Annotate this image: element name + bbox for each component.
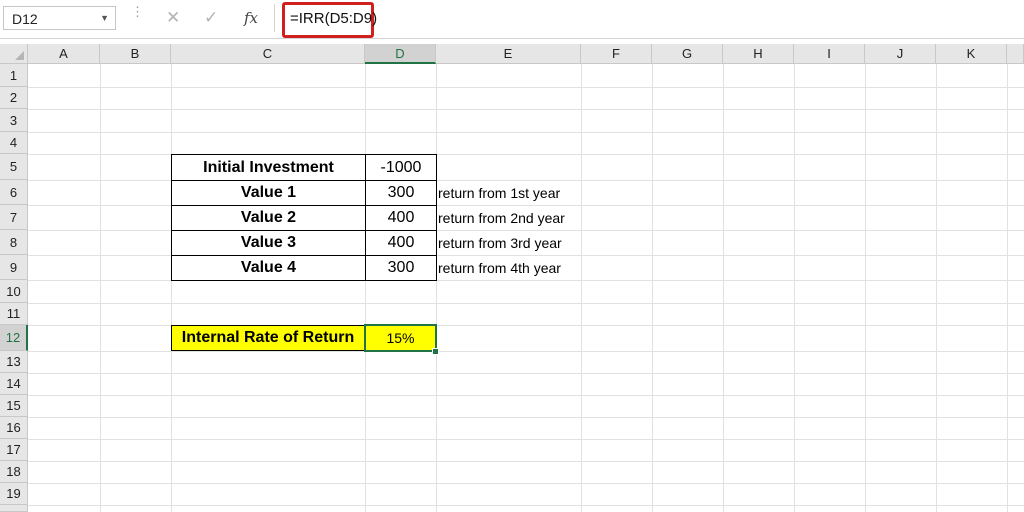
cell-d6[interactable]: 300 xyxy=(365,180,437,206)
cell-d8[interactable]: 400 xyxy=(365,230,437,256)
cell-e6[interactable]: return from 1st year xyxy=(438,180,583,205)
select-all-icon xyxy=(15,51,24,60)
name-box-value: D12 xyxy=(12,11,38,27)
row-header-13[interactable]: 13 xyxy=(0,351,28,373)
column-header-b[interactable]: B xyxy=(100,44,171,64)
gridline xyxy=(28,87,1024,88)
drag-handle-icon[interactable]: ⋮ xyxy=(131,5,144,18)
row-header-16[interactable]: 16 xyxy=(0,417,28,439)
row-header-15[interactable]: 15 xyxy=(0,395,28,417)
gridline xyxy=(28,417,1024,418)
column-header-j[interactable]: J xyxy=(865,44,936,64)
column-header-i[interactable]: I xyxy=(794,44,865,64)
fill-handle[interactable] xyxy=(432,348,439,355)
row-header-2[interactable]: 2 xyxy=(0,87,28,109)
row-header-7[interactable]: 7 xyxy=(0,205,28,230)
row-header-4[interactable]: 4 xyxy=(0,132,28,154)
column-header-e[interactable]: E xyxy=(436,44,581,64)
chevron-down-icon[interactable]: ▼ xyxy=(100,13,109,23)
gridline xyxy=(28,132,1024,133)
column-header-f[interactable]: F xyxy=(581,44,652,64)
cell-e7[interactable]: return from 2nd year xyxy=(438,205,583,230)
cell-e8[interactable]: return from 3rd year xyxy=(438,230,583,255)
gridline xyxy=(28,351,1024,352)
row-header-12[interactable]: 12 xyxy=(0,325,28,351)
gridline xyxy=(28,483,1024,484)
column-header-h[interactable]: H xyxy=(723,44,794,64)
row-header-18[interactable]: 18 xyxy=(0,461,28,483)
gridline xyxy=(28,395,1024,396)
gridline xyxy=(28,109,1024,110)
cell-e9[interactable]: return from 4th year xyxy=(438,255,583,280)
close-icon[interactable]: ✕ xyxy=(166,8,180,28)
name-box[interactable]: D12 ▼ xyxy=(3,6,116,30)
gridline xyxy=(28,461,1024,462)
row-header-5[interactable]: 5 xyxy=(0,154,28,180)
column-header-k[interactable]: K xyxy=(936,44,1007,64)
column-header-d[interactable]: D xyxy=(365,44,436,64)
check-icon[interactable]: ✓ xyxy=(204,8,218,28)
column-header-a[interactable]: A xyxy=(28,44,100,64)
gridline xyxy=(28,505,1024,506)
row-header-8[interactable]: 8 xyxy=(0,230,28,255)
select-all-button[interactable] xyxy=(0,44,28,64)
cell-c12[interactable]: Internal Rate of Return xyxy=(171,325,365,351)
row-header-9[interactable]: 9 xyxy=(0,255,28,280)
cell-d7[interactable]: 400 xyxy=(365,205,437,231)
cell-c5[interactable]: Initial Investment xyxy=(171,154,366,181)
gridline xyxy=(28,303,1024,304)
fx-icon[interactable]: fx xyxy=(244,9,258,27)
row-header-14[interactable]: 14 xyxy=(0,373,28,395)
row-header-6[interactable]: 6 xyxy=(0,180,28,205)
cell-c6[interactable]: Value 1 xyxy=(171,180,366,206)
column-header-g[interactable]: G xyxy=(652,44,723,64)
gridline xyxy=(28,373,1024,374)
cell-c7[interactable]: Value 2 xyxy=(171,205,366,231)
formula-buttons: ✕ ✓ fx xyxy=(150,6,272,30)
formula-bar-divider xyxy=(274,4,275,32)
cell-d5[interactable]: -1000 xyxy=(365,154,437,181)
row-header-1[interactable]: 1 xyxy=(0,64,28,87)
row-header-10[interactable]: 10 xyxy=(0,280,28,303)
cell-d12-selected[interactable]: 15% xyxy=(364,324,437,352)
column-header-l[interactable] xyxy=(1007,44,1024,64)
row-header-20[interactable] xyxy=(0,505,28,512)
formula-bar: D12 ▼ ⋮ ✕ ✓ fx =IRR(D5:D9) xyxy=(0,0,1024,39)
cell-d9[interactable]: 300 xyxy=(365,255,437,281)
formula-input[interactable]: =IRR(D5:D9) xyxy=(290,10,377,27)
row-header-17[interactable]: 17 xyxy=(0,439,28,461)
row-header-3[interactable]: 3 xyxy=(0,109,28,132)
cell-c9[interactable]: Value 4 xyxy=(171,255,366,281)
row-header-11[interactable]: 11 xyxy=(0,303,28,325)
cell-c8[interactable]: Value 3 xyxy=(171,230,366,256)
column-header-c[interactable]: C xyxy=(171,44,365,64)
gridline xyxy=(28,439,1024,440)
row-header-19[interactable]: 19 xyxy=(0,483,28,505)
